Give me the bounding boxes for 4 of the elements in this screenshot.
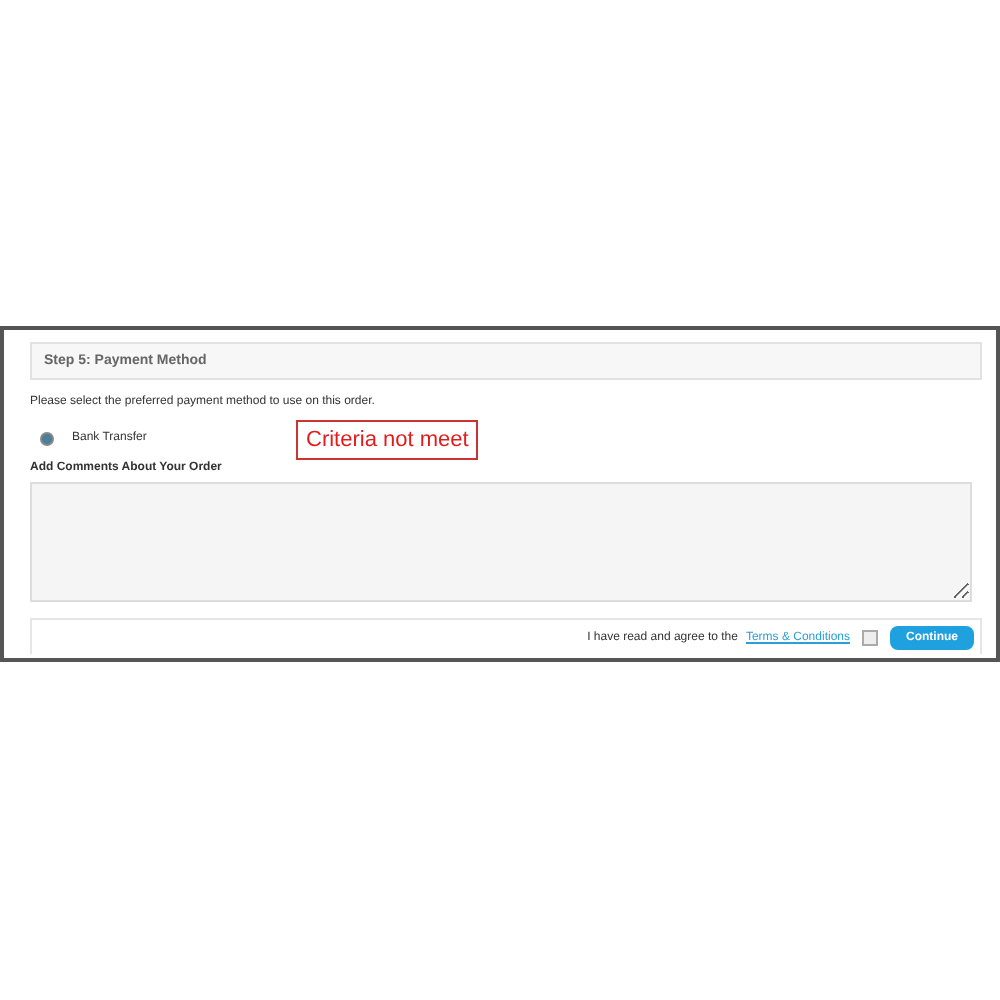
warning-message: Criteria not meet [296, 420, 479, 460]
radio-button[interactable] [40, 431, 54, 445]
comments-field[interactable] [30, 482, 972, 602]
agree-checkbox[interactable] [862, 629, 878, 645]
